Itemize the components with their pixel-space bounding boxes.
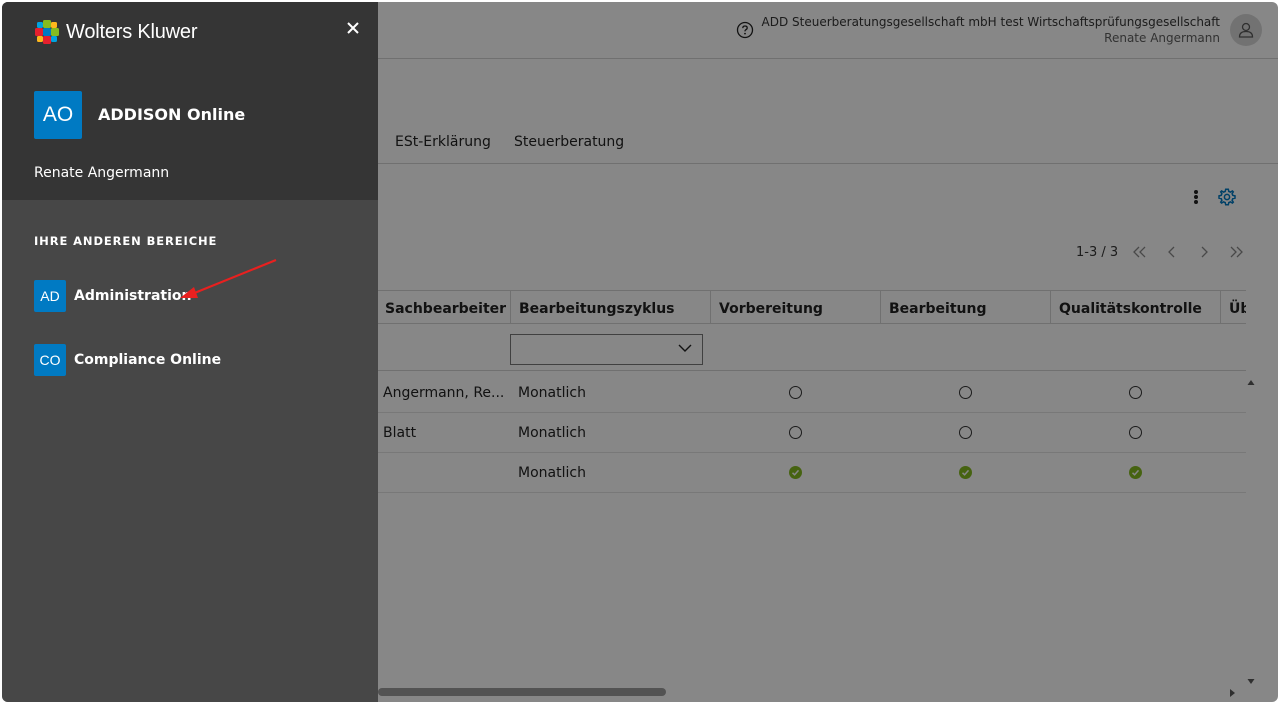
app-name: ADDISON Online [98, 105, 246, 124]
close-button[interactable] [342, 17, 364, 39]
logo-text: Wolters Kluwer [66, 20, 198, 43]
app-tile-icon: AO [34, 91, 82, 139]
section-title: IHRE ANDEREN BEREICHE [34, 234, 218, 248]
drawer-header: Wolters Kluwer AO ADDISON Online Renate … [2, 2, 378, 200]
app-window: ADD Steuerberatungsgesellschaft mbH test… [2, 2, 1278, 702]
area-badge-co: CO [34, 344, 66, 376]
drawer-user-name: Renate Angermann [34, 165, 170, 181]
close-icon [347, 22, 359, 34]
wolters-kluwer-logo-icon [35, 20, 59, 44]
area-compliance-online[interactable]: CO Compliance Online [34, 344, 221, 376]
annotation-arrow-icon [180, 258, 277, 298]
app-switcher-drawer: Wolters Kluwer AO ADDISON Online Renate … [2, 2, 378, 702]
wolters-kluwer-logo: Wolters Kluwer [34, 19, 198, 45]
area-label: Compliance Online [74, 352, 222, 368]
area-administration[interactable]: AD Administration [34, 280, 191, 312]
area-badge-ad: AD [34, 280, 66, 312]
area-label: Administration [74, 288, 192, 304]
